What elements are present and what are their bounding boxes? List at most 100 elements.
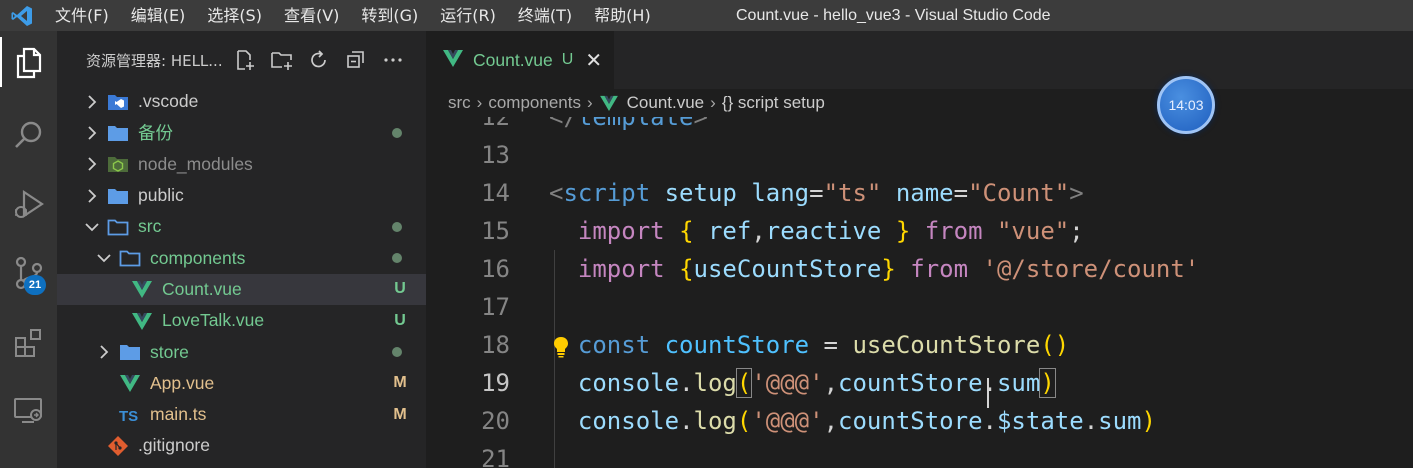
tree-item-node-modules[interactable]: node_modules bbox=[57, 149, 426, 180]
editor-area: Count.vue U ✕ src › components › Count.v… bbox=[426, 31, 1413, 468]
tree-item-src[interactable]: src bbox=[57, 211, 426, 242]
vscode-logo-icon[interactable] bbox=[0, 0, 44, 31]
tree-item-count-vue[interactable]: Count.vue U bbox=[57, 273, 426, 306]
modified-badge: M bbox=[393, 374, 407, 392]
code-line: 18 const countStore = useCountStore() bbox=[426, 326, 1413, 364]
tree-item-label: Count.vue bbox=[162, 278, 242, 299]
code-line: 17 bbox=[426, 288, 1413, 326]
menu-edit[interactable]: 编辑(E) bbox=[120, 0, 197, 31]
tree-item-vscode[interactable]: .vscode bbox=[57, 86, 426, 117]
explorer-sidebar: 资源管理器: HELL... .vscode 备份 node_modules p… bbox=[57, 31, 426, 468]
remote-explorer-icon[interactable] bbox=[0, 387, 57, 435]
modified-dot bbox=[392, 253, 402, 264]
vue-file-icon bbox=[442, 49, 464, 71]
window-title: Count.vue - hello_vue3 - Visual Studio C… bbox=[736, 7, 1051, 24]
breadcrumb-file[interactable]: Count.vue bbox=[627, 93, 705, 113]
collapse-all-icon[interactable] bbox=[343, 47, 369, 73]
vue-file-icon bbox=[599, 95, 619, 111]
explorer-actions bbox=[232, 47, 406, 73]
vue-file-icon bbox=[131, 312, 153, 330]
explorer-icon[interactable] bbox=[0, 39, 57, 87]
title-bar: 文件(F) 编辑(E) 选择(S) 查看(V) 转到(G) 运行(R) 终端(T… bbox=[0, 0, 1413, 31]
vue-file-icon bbox=[119, 374, 141, 393]
code-text: </template> bbox=[549, 117, 708, 131]
chevron-down-icon bbox=[97, 251, 111, 265]
modified-badge: M bbox=[393, 405, 407, 423]
git-file-icon bbox=[107, 435, 129, 456]
tree-item-lovetalk-vue[interactable]: LoveTalk.vue U bbox=[57, 305, 426, 336]
new-folder-icon[interactable] bbox=[269, 47, 295, 73]
menu-help[interactable]: 帮助(H) bbox=[583, 0, 662, 31]
vue-file-icon bbox=[131, 280, 153, 299]
menu-go[interactable]: 转到(G) bbox=[350, 0, 429, 31]
new-file-icon[interactable] bbox=[232, 47, 258, 73]
tree-item-label: src bbox=[138, 216, 162, 237]
chevron-right-icon bbox=[85, 126, 99, 140]
line-number: 13 bbox=[481, 141, 510, 169]
tree-item-label: LoveTalk.vue bbox=[162, 310, 265, 331]
tree-item-app-vue[interactable]: App.vue M bbox=[57, 368, 426, 399]
tree-item-label: .vscode bbox=[138, 91, 199, 112]
code-text: const countStore = useCountStore() bbox=[577, 331, 1070, 359]
search-icon[interactable] bbox=[0, 111, 57, 159]
code-text: <script setup lang="ts" name="Count"> bbox=[549, 179, 1084, 207]
svg-text:TS: TS bbox=[119, 408, 138, 424]
tree-item-main-ts[interactable]: TS main.ts M bbox=[57, 399, 426, 430]
chevron-right-icon bbox=[97, 345, 111, 359]
code-line: 14 <script setup lang="ts" name="Count"> bbox=[426, 174, 1413, 212]
line-number: 14 bbox=[481, 179, 510, 207]
code-text: console.log('@@@',countStore.sum) bbox=[577, 368, 1056, 398]
menu-run[interactable]: 运行(R) bbox=[429, 0, 507, 31]
chevron-right-icon bbox=[85, 188, 99, 203]
extensions-icon[interactable] bbox=[0, 319, 57, 367]
menu-terminal[interactable]: 终端(T) bbox=[507, 0, 583, 31]
chevron-right-icon: › bbox=[476, 93, 483, 112]
folder-open-icon bbox=[119, 249, 141, 267]
chevron-right-icon: › bbox=[710, 93, 716, 112]
explorer-header: 资源管理器: HELL... bbox=[57, 31, 426, 89]
code-line: 12 </template> bbox=[426, 117, 1413, 136]
close-icon[interactable]: ✕ bbox=[585, 48, 602, 72]
code-line: 15 import { ref,reactive } from "vue"; bbox=[426, 212, 1413, 250]
code-editor[interactable]: 12 </template> 13 14 <script setup lang=… bbox=[426, 117, 1413, 468]
tree-item-components[interactable]: components bbox=[57, 242, 426, 273]
breadcrumb-components[interactable]: components bbox=[488, 93, 581, 113]
menu-bar: 文件(F) 编辑(E) 选择(S) 查看(V) 转到(G) 运行(R) 终端(T… bbox=[44, 0, 662, 31]
tree-item-label: main.ts bbox=[150, 404, 207, 425]
tab-count-vue[interactable]: Count.vue U ✕ bbox=[426, 31, 614, 89]
breadcrumb-src[interactable]: src bbox=[448, 93, 471, 113]
source-control-badge: 21 bbox=[24, 275, 46, 295]
folder-icon bbox=[107, 124, 129, 142]
line-number: 21 bbox=[481, 445, 510, 468]
tab-label: Count.vue bbox=[473, 49, 553, 70]
tree-item-gitignore[interactable]: .gitignore bbox=[57, 430, 426, 461]
modified-dot bbox=[392, 347, 402, 358]
menu-view[interactable]: 查看(V) bbox=[273, 0, 350, 31]
line-number: 20 bbox=[481, 407, 510, 435]
tree-item-label: components bbox=[150, 247, 246, 268]
more-icon[interactable] bbox=[380, 47, 406, 73]
lightbulb-icon[interactable] bbox=[553, 336, 569, 362]
menu-file[interactable]: 文件(F) bbox=[44, 0, 120, 31]
tab-status: U bbox=[561, 51, 574, 68]
clock-widget[interactable]: 14:03 bbox=[1157, 76, 1215, 134]
refresh-icon[interactable] bbox=[306, 47, 332, 73]
run-debug-icon[interactable] bbox=[0, 181, 57, 229]
code-line: 13 bbox=[426, 136, 1413, 174]
tree-item-public[interactable]: public bbox=[57, 180, 426, 211]
code-text: import {useCountStore} from '@/store/cou… bbox=[577, 255, 1200, 283]
code-line: 16 import {useCountStore} from '@/store/… bbox=[426, 250, 1413, 288]
modified-dot bbox=[392, 127, 402, 138]
tree-item-backup[interactable]: 备份 bbox=[57, 117, 426, 148]
menu-selection[interactable]: 选择(S) bbox=[196, 0, 273, 31]
breadcrumb-symbol[interactable]: {} script setup bbox=[722, 93, 825, 113]
modified-dot bbox=[392, 221, 402, 232]
breadcrumb: src › components › Count.vue › {} script… bbox=[426, 89, 1413, 117]
tree-item-store[interactable]: store bbox=[57, 336, 426, 367]
file-tree: .vscode 备份 node_modules public src compo… bbox=[57, 86, 426, 462]
tree-item-label: store bbox=[150, 341, 189, 362]
line-number: 15 bbox=[481, 217, 510, 245]
code-line: 21 bbox=[426, 440, 1413, 468]
chevron-right-icon bbox=[85, 157, 99, 171]
folder-icon bbox=[107, 187, 129, 205]
